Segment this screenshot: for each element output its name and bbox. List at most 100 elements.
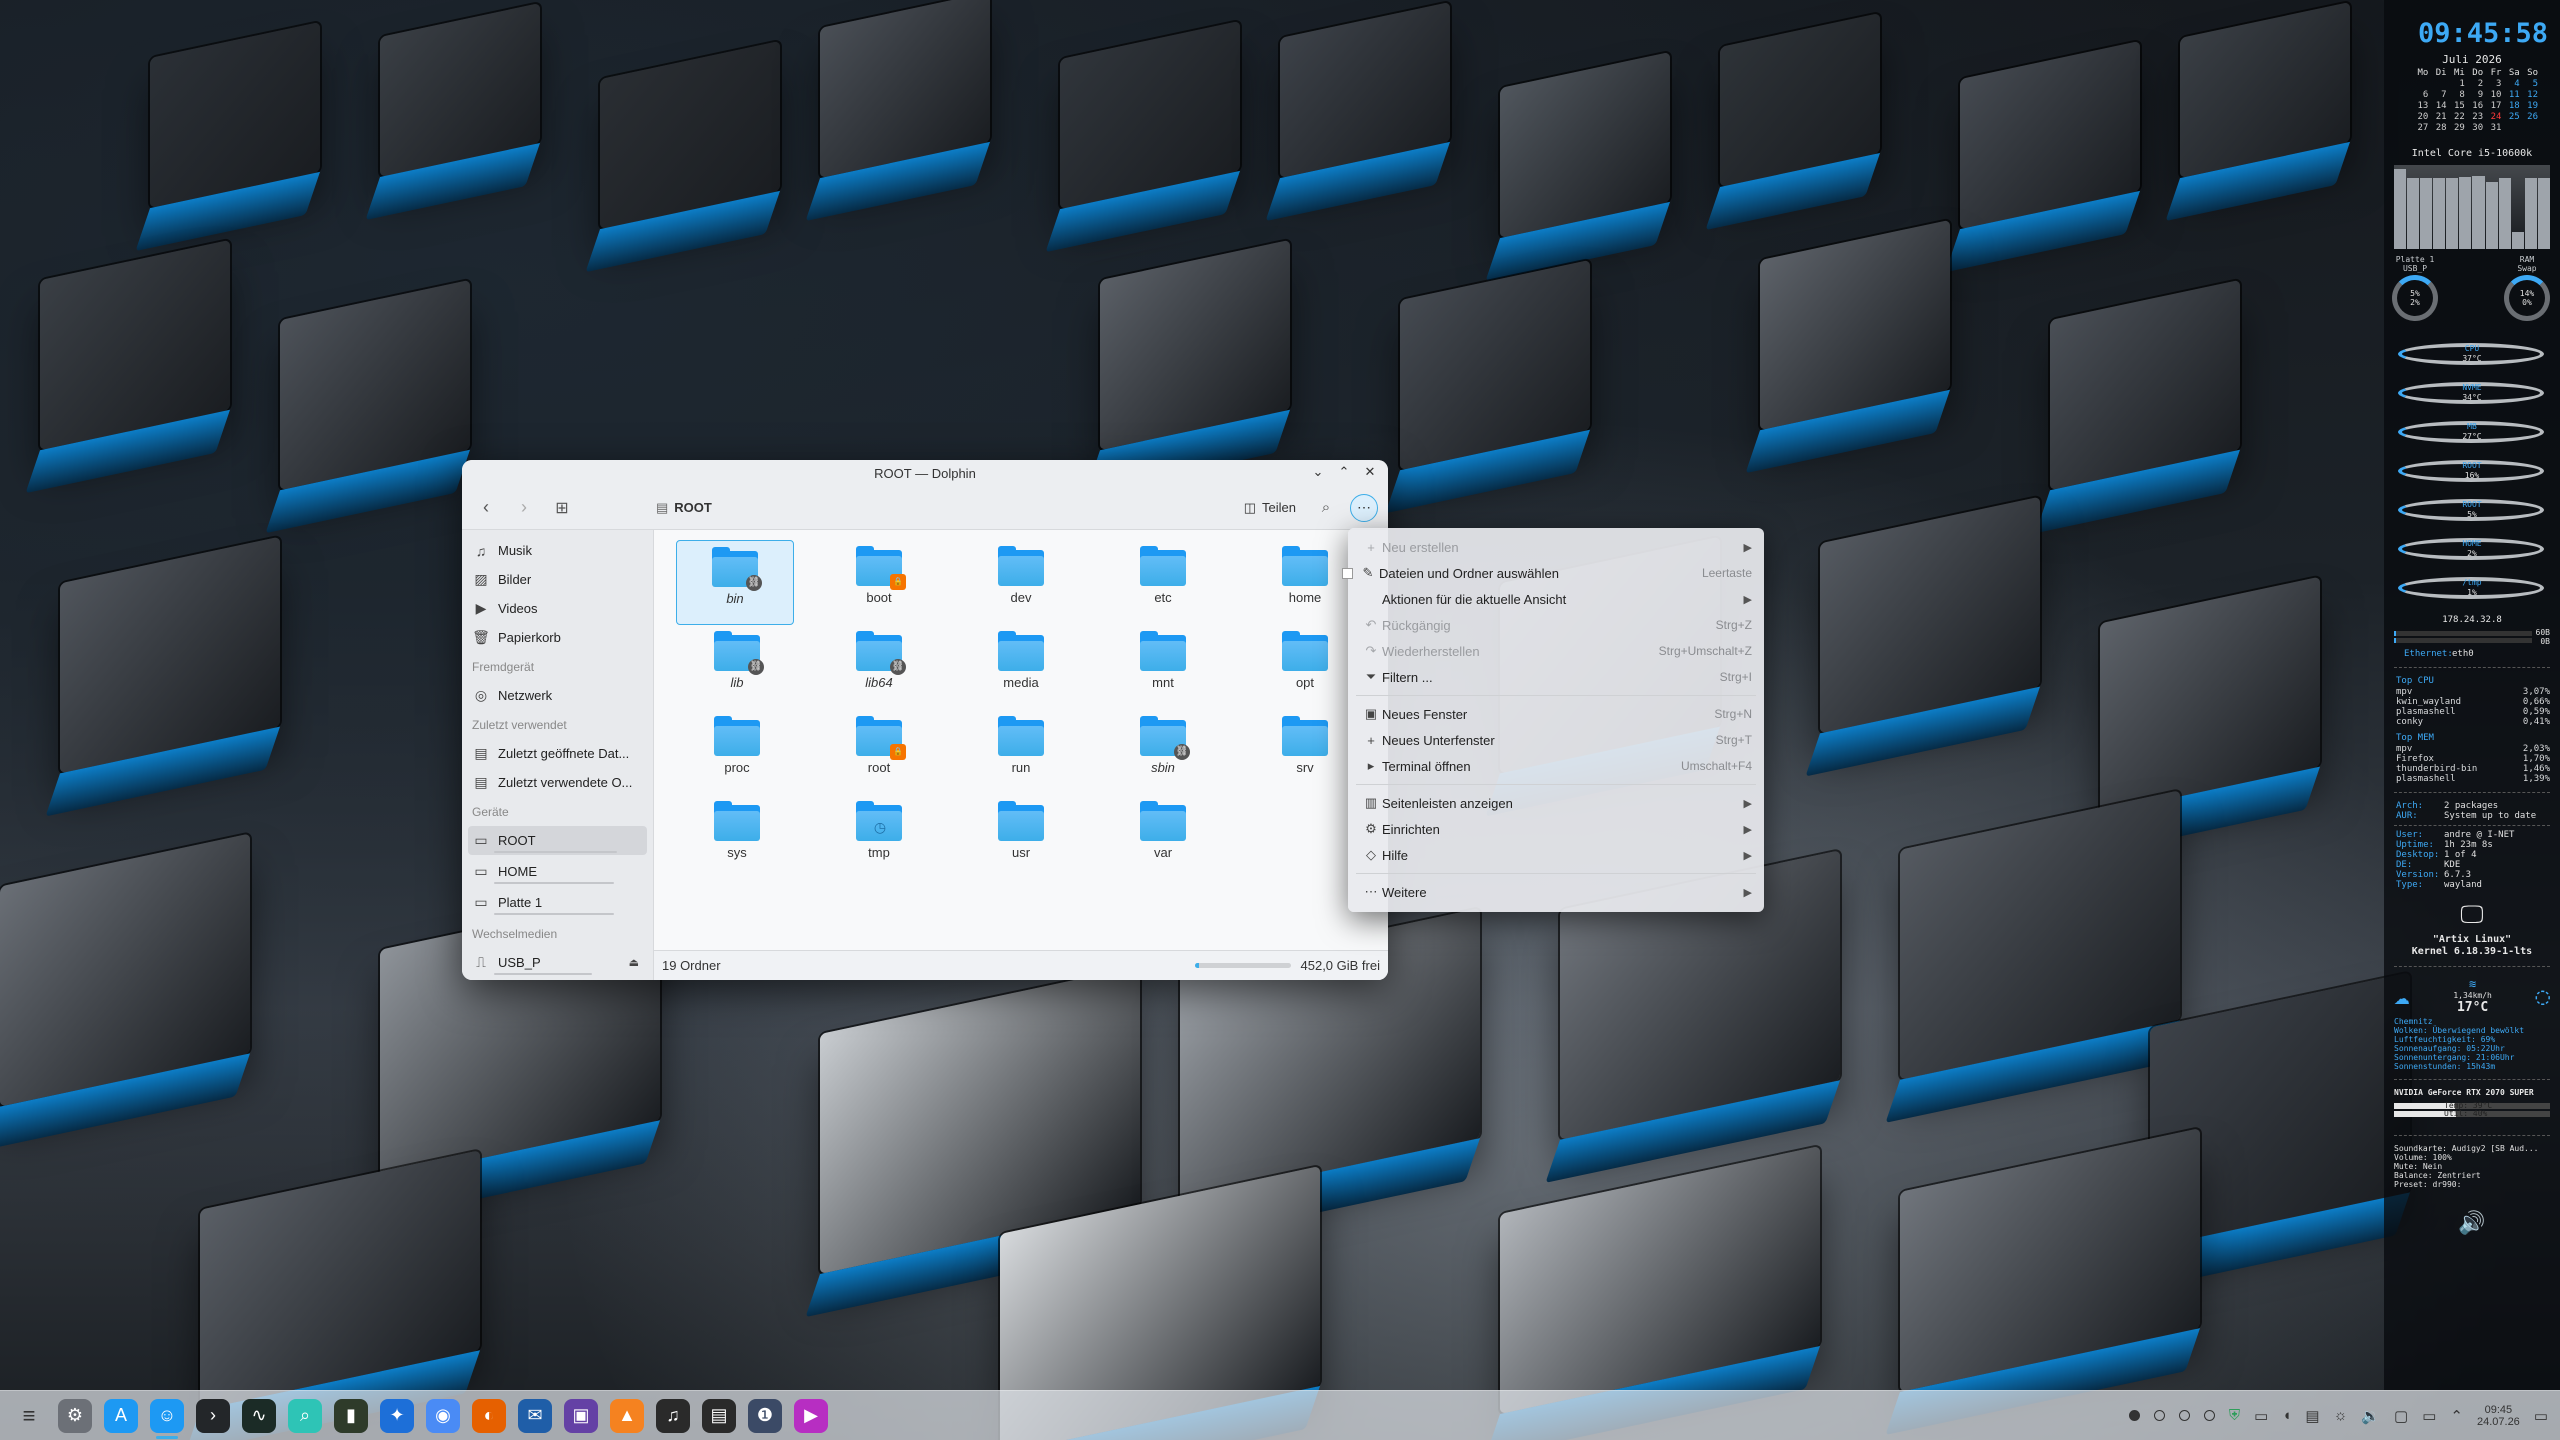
cpu-core-bars — [2394, 165, 2550, 249]
terminal-icon[interactable]: › — [196, 1398, 230, 1433]
folder-item[interactable]: ⛓ lib64 — [808, 625, 950, 710]
sidebar-item-zuletzt-ge-ffnete-dat-[interactable]: ▤ Zuletzt geöffnete Dat... — [468, 739, 647, 768]
menu-item-wiederherstellen[interactable]: ↷ Wiederherstellen Strg+Umschalt+Z — [1348, 638, 1764, 664]
battery-icon[interactable]: ▭ — [2422, 1407, 2436, 1425]
shield-icon[interactable]: ⛨ — [2229, 1407, 2240, 1424]
folder-item[interactable]: ⛓ sbin — [1092, 710, 1234, 795]
folder-item[interactable]: mnt — [1092, 625, 1234, 710]
sidebar-item-label: ROOT — [498, 833, 536, 848]
menu-item-aktionen-f-r-die-aktuelle-ansicht[interactable]: Aktionen für die aktuelle Ansicht ▶ — [1348, 586, 1764, 612]
folder-item[interactable]: usr — [950, 795, 1092, 880]
notifications-icon[interactable]: ▢ — [2394, 1407, 2408, 1425]
sidebar-item-papierkorb[interactable]: 🗑 Papierkorb — [468, 623, 647, 652]
breadcrumb-root[interactable]: ROOT — [674, 500, 712, 515]
thunderbird-icon[interactable]: ✉ — [518, 1398, 552, 1433]
system-monitor-icon[interactable]: ∿ — [242, 1398, 276, 1433]
forward-button[interactable]: › — [510, 494, 538, 522]
vlc-icon[interactable]: ▲ — [610, 1398, 644, 1433]
brightness-icon[interactable]: ☼ — [2334, 1407, 2348, 1424]
sidebar-item-bilder[interactable]: ▨ Bilder — [468, 565, 647, 594]
menu-shortcut: Umschalt+F4 — [1680, 759, 1752, 773]
more-icon: ⋯ — [1364, 884, 1378, 899]
speaker-icon[interactable]: 🔊 — [2384, 1211, 2560, 1236]
folder-item[interactable]: etc — [1092, 540, 1234, 625]
folder-item[interactable]: dev — [950, 540, 1092, 625]
dolphin-icon[interactable]: ☺ — [150, 1398, 184, 1439]
menu-item-seitenleisten-anzeigen[interactable]: ▥ Seitenleisten anzeigen ▶ — [1348, 790, 1764, 816]
folder-item[interactable]: var — [1092, 795, 1234, 880]
expand-tray-icon[interactable]: ⌃ — [2450, 1407, 2463, 1425]
keepass-icon[interactable]: ❶ — [748, 1398, 782, 1433]
sidebar-item-musik[interactable]: ♫ Musik — [468, 536, 647, 565]
folder-item[interactable]: ⛓ bin — [676, 540, 794, 625]
drive-usage-bar — [494, 913, 615, 915]
discover-icon[interactable]: A — [104, 1398, 138, 1433]
nvidia-settings-icon[interactable]: ▮ — [334, 1398, 368, 1433]
close-button[interactable]: ✕ — [1362, 464, 1378, 480]
gauge-value: 37°C — [2462, 354, 2482, 363]
app-store-icon[interactable]: ✦ — [380, 1398, 414, 1433]
folder-icon — [1282, 716, 1328, 756]
show-desktop-icon[interactable]: ▭ — [2534, 1407, 2548, 1425]
virtual-desktop-2[interactable] — [2153, 1410, 2165, 1421]
menu-item-neues-fenster[interactable]: ▣ Neues Fenster Strg+N — [1348, 701, 1764, 727]
dolphin-window[interactable]: ROOT — Dolphin ⌄ ⌃ ✕ ‹ › ⊞ ▤ ROOT ◫ Teil… — [462, 460, 1388, 980]
sidebar-item-videos[interactable]: ▶ Videos — [468, 594, 647, 623]
media-player-icon[interactable]: ▶ — [794, 1398, 828, 1433]
hamburger-menu-button[interactable]: ⋯ — [1350, 493, 1378, 522]
folder-item[interactable]: ⛓ lib — [666, 625, 808, 710]
menu-item-neu-erstellen[interactable]: + Neu erstellen ▶ — [1348, 534, 1764, 560]
breadcrumb[interactable]: ▤ ROOT — [656, 500, 712, 516]
process-row: kwin_wayland 0,66% — [2384, 697, 2560, 707]
eject-icon[interactable]: ⏏ — [629, 956, 639, 969]
clipboard-icon[interactable]: ▭ — [2254, 1407, 2268, 1425]
maximize-button[interactable]: ⌃ — [1336, 464, 1352, 480]
volume-icon[interactable]: 🔉 — [2361, 1407, 2380, 1425]
menu-item-weitere[interactable]: ⋯ Weitere ▶ — [1348, 879, 1764, 905]
menu-item-hilfe[interactable]: ◇ Hilfe ▶ — [1348, 842, 1764, 868]
folder-name: mnt — [1152, 675, 1174, 690]
mkv-tool-icon[interactable]: ▤ — [702, 1398, 736, 1433]
minimize-button[interactable]: ⌄ — [1310, 464, 1326, 480]
window-titlebar[interactable]: ROOT — Dolphin ⌄ ⌃ ✕ — [462, 460, 1388, 486]
clipboard-history-icon[interactable]: ▤ — [2305, 1407, 2319, 1425]
firefox-icon[interactable]: ◐ — [472, 1398, 506, 1433]
back-button[interactable]: ‹ — [472, 494, 500, 522]
menu-item-dateien-und-ordner-ausw-hlen[interactable]: ✎ Dateien und Ordner auswählen Leertaste — [1342, 560, 1764, 586]
help-icon: ◇ — [1366, 847, 1376, 862]
menu-item-filtern[interactable]: ⏷ Filtern ... Strg+I — [1348, 664, 1764, 690]
system-settings-icon[interactable]: ⚙ — [58, 1398, 92, 1433]
folder-item[interactable]: 🔒 root — [808, 710, 950, 795]
process-row: thunderbird-bin 1,46% — [2384, 764, 2560, 774]
folder-item[interactable]: media — [950, 625, 1092, 710]
virtual-desktop-1[interactable] — [2128, 1410, 2140, 1421]
sidebar-item-netzwerk[interactable]: ◎ Netzwerk — [468, 681, 647, 710]
menu-shortcut: Strg+I — [1719, 670, 1752, 684]
app-launcher-icon[interactable]: ≡ — [12, 1399, 46, 1433]
twitch-icon[interactable]: ▣ — [564, 1398, 598, 1433]
virtual-desktop-4[interactable] — [2203, 1410, 2215, 1421]
view-mode-icon[interactable]: ⊞ — [548, 494, 576, 522]
search-app-icon[interactable]: ⌕ — [288, 1398, 322, 1433]
search-icon[interactable]: ⌕ — [1312, 494, 1340, 522]
menu-item-neues-unterfenster[interactable]: + Neues Unterfenster Strg+T — [1348, 727, 1764, 753]
menu-item-r-ckg-ngig[interactable]: ↶ Rückgängig Strg+Z — [1348, 612, 1764, 638]
menu-item-terminal-ffnen[interactable]: ▸ Terminal öffnen Umschalt+F4 — [1348, 753, 1764, 779]
digital-clock[interactable]: 09:45 24.07.26 — [2477, 1404, 2520, 1428]
folder-item[interactable]: sys — [666, 795, 808, 880]
music-player-icon[interactable]: ♫ — [656, 1398, 690, 1433]
folder-item[interactable]: run — [950, 710, 1092, 795]
chromium-icon[interactable]: ◉ — [426, 1398, 460, 1433]
submenu-arrow-icon: ▶ — [1743, 593, 1752, 606]
folder-item[interactable]: ◷ tmp — [808, 795, 950, 880]
sidebar-item-zuletzt-verwendete-o-[interactable]: ▤ Zuletzt verwendete O... — [468, 768, 647, 797]
menu-item-einrichten[interactable]: ⚙ Einrichten ▶ — [1348, 816, 1764, 842]
folder-item[interactable]: proc — [666, 710, 808, 795]
virtual-desktop-3[interactable] — [2178, 1410, 2190, 1421]
checkbox[interactable] — [1342, 567, 1353, 579]
folder-item[interactable]: 🔒 boot — [808, 540, 950, 625]
gauge-label: ROOT — [2462, 500, 2482, 509]
mouse-icon[interactable]: ◖ — [2282, 1407, 2291, 1424]
file-view[interactable]: ⛓ bin 🔒 boot dev etc home ⛓ lib ⛓ lib64 media mnt opt… — [654, 530, 1388, 980]
share-button[interactable]: ◫ Teilen — [1238, 496, 1302, 520]
